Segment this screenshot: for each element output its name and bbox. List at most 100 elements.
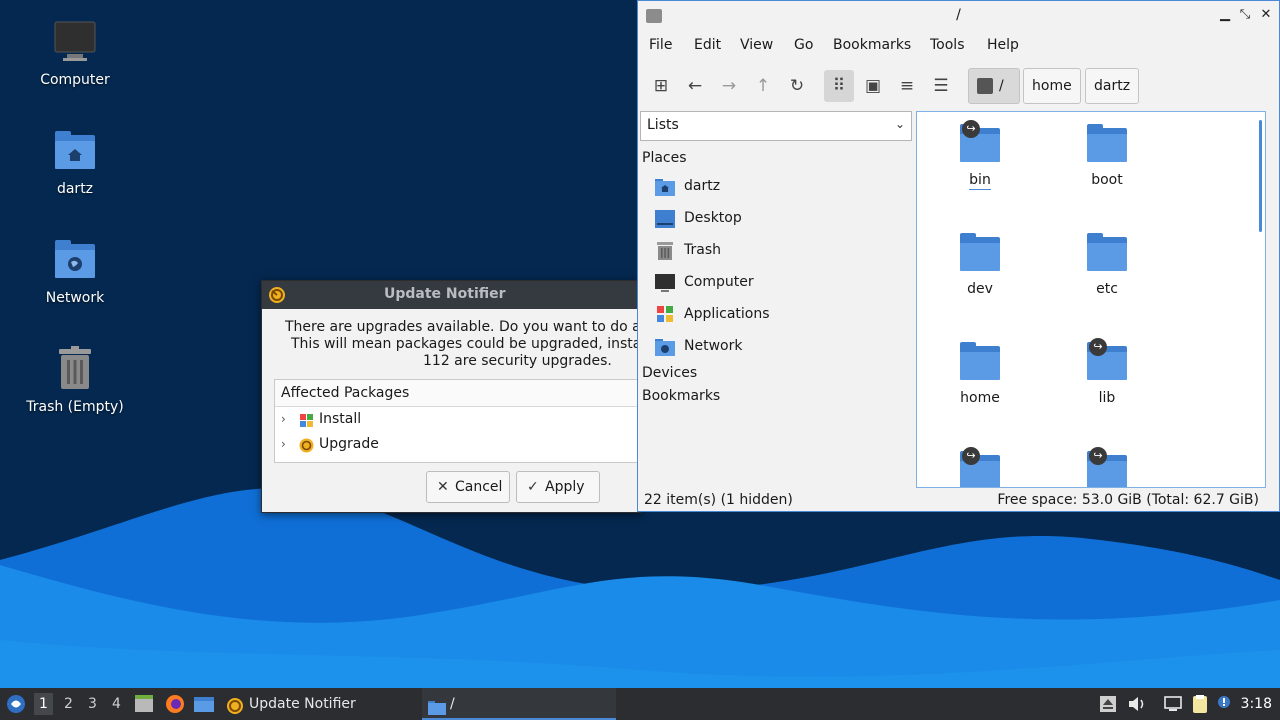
- expander-icon[interactable]: ›: [281, 432, 291, 457]
- computer-icon: [654, 273, 676, 293]
- package-label: Install: [319, 411, 362, 427]
- breadcrumb-label: /: [999, 78, 1004, 94]
- workspace-2[interactable]: 2: [64, 696, 73, 712]
- desktop-icon-computer[interactable]: Computer: [0, 18, 150, 88]
- menu-file[interactable]: File: [649, 37, 672, 53]
- update-alert-icon[interactable]: [1216, 694, 1236, 714]
- desktop-icon-label: dartz: [56, 181, 94, 197]
- file-manager-launcher-icon[interactable]: [192, 692, 216, 716]
- dialog-message: There are upgrades available. Do you wan…: [262, 319, 640, 370]
- minimize-icon[interactable]: ▁: [1218, 7, 1232, 23]
- workspace-1[interactable]: 1: [34, 693, 53, 715]
- folder-icon: [956, 338, 1004, 386]
- clock[interactable]: 3:18: [1241, 696, 1272, 712]
- compact-view-icon[interactable]: ≡: [892, 70, 922, 102]
- breadcrumb-label: dartz: [1094, 78, 1131, 94]
- new-tab-icon[interactable]: ⊞: [646, 70, 676, 102]
- close-icon[interactable]: ✕: [1259, 7, 1273, 23]
- menu-bookmarks[interactable]: Bookmarks: [833, 37, 911, 53]
- start-menu-icon[interactable]: [5, 692, 27, 716]
- network-icon: [654, 337, 676, 357]
- menu-go[interactable]: Go: [794, 37, 813, 53]
- expander-icon[interactable]: ›: [281, 407, 291, 432]
- clipboard-icon[interactable]: [1190, 694, 1210, 714]
- folder-item-etc[interactable]: etc: [1052, 225, 1162, 315]
- detailed-list-view-icon[interactable]: ☰: [926, 70, 956, 102]
- install-package-icon: [299, 412, 314, 427]
- chevron-down-icon: ⌄: [894, 117, 905, 131]
- update-notifier-dialog: Update Notifier There are upgrades avail…: [261, 280, 641, 513]
- desktop-icon-label: Computer: [40, 72, 110, 88]
- eject-icon[interactable]: [1099, 694, 1119, 714]
- breadcrumb-dartz[interactable]: dartz: [1085, 68, 1140, 104]
- desktop-icon-network[interactable]: Network: [0, 236, 150, 306]
- folder-item[interactable]: ↪: [925, 443, 1035, 487]
- side-pane-mode-value: Lists: [647, 117, 679, 133]
- volume-icon[interactable]: [1127, 694, 1147, 714]
- desktop-icon-label: Network: [45, 290, 105, 306]
- breadcrumb-home[interactable]: home: [1023, 68, 1081, 104]
- scrollbar[interactable]: [1259, 120, 1262, 232]
- sidebar-item-desktop[interactable]: Desktop: [654, 205, 904, 233]
- up-arrow-icon[interactable]: ↑: [748, 70, 778, 102]
- folder-name: etc: [1096, 281, 1118, 297]
- folder-item-bin[interactable]: ↪ bin: [925, 116, 1035, 206]
- sidebar-item-trash[interactable]: Trash: [654, 237, 904, 265]
- menu-help[interactable]: Help: [987, 37, 1019, 53]
- home-folder-icon: [654, 177, 676, 197]
- sidebar-item-dartz[interactable]: dartz: [654, 173, 904, 201]
- folder-item-home[interactable]: home: [925, 334, 1035, 424]
- menu-tools[interactable]: Tools: [930, 37, 965, 53]
- devices-header[interactable]: Devices: [642, 365, 697, 381]
- task-update-notifier[interactable]: Update Notifier: [222, 688, 418, 720]
- sidebar-item-computer[interactable]: Computer: [654, 269, 904, 297]
- cancel-button[interactable]: ✕ Cancel: [426, 471, 510, 503]
- desktop-icon-home[interactable]: dartz: [0, 127, 150, 197]
- folder-icon: [427, 696, 447, 720]
- package-label: Upgrade: [319, 436, 379, 452]
- workspace-3[interactable]: 3: [88, 696, 97, 712]
- folder-icon: [1083, 120, 1131, 168]
- show-desktop-icon[interactable]: [134, 692, 154, 716]
- back-arrow-icon[interactable]: ←: [680, 70, 710, 102]
- tree-row-install[interactable]: › Install: [275, 407, 640, 432]
- folder-item-boot[interactable]: boot: [1052, 116, 1162, 206]
- dialog-titlebar[interactable]: Update Notifier: [262, 281, 640, 309]
- monitor-icon: [51, 18, 99, 66]
- folder-item-lib[interactable]: ↪ lib: [1052, 334, 1162, 424]
- sidebar-item-applications[interactable]: Applications: [654, 301, 904, 329]
- sidebar-item-label: Trash: [684, 242, 721, 258]
- breadcrumb-root[interactable]: /: [968, 68, 1020, 104]
- reload-icon[interactable]: ↻: [782, 70, 812, 102]
- affected-packages-tree[interactable]: Affected Packages › Install › Upgrade: [274, 379, 640, 463]
- firefox-icon[interactable]: [164, 692, 186, 716]
- bookmarks-header[interactable]: Bookmarks: [642, 388, 720, 404]
- close-icon: ✕: [437, 479, 449, 495]
- sidebar-item-label: Network: [684, 338, 743, 354]
- task-file-manager[interactable]: /: [422, 688, 616, 720]
- trash-icon: [654, 241, 676, 261]
- symlink-icon: ↪: [962, 447, 980, 465]
- maximize-icon[interactable]: ⤡: [1238, 7, 1252, 23]
- menu-edit[interactable]: Edit: [694, 37, 721, 53]
- packages-header[interactable]: Affected Packages: [275, 380, 640, 407]
- workspace-4[interactable]: 4: [112, 696, 121, 712]
- apply-button[interactable]: ✓ Apply: [516, 471, 600, 503]
- thumbnail-view-icon[interactable]: ▣: [858, 70, 888, 102]
- menu-view[interactable]: View: [740, 37, 773, 53]
- folder-item[interactable]: ↪: [1052, 443, 1162, 487]
- forward-arrow-icon[interactable]: →: [714, 70, 744, 102]
- desktop-icon: [654, 209, 676, 229]
- file-view[interactable]: ↪ bin boot dev etc home ↪ lib ↪ ↪: [916, 111, 1266, 488]
- folder-item-dev[interactable]: dev: [925, 225, 1035, 315]
- desktop-icon-trash[interactable]: Trash (Empty): [0, 345, 150, 415]
- folder-icon: [956, 229, 1004, 277]
- tree-row-upgrade[interactable]: › Upgrade: [275, 432, 640, 457]
- side-pane-mode-select[interactable]: Lists ⌄: [640, 111, 912, 141]
- taskbar: 1 2 3 4 Update Notifier / 3:18: [0, 688, 1280, 720]
- sidebar-item-network[interactable]: Network: [654, 333, 904, 361]
- window-titlebar[interactable]: / ▁ ⤡ ✕: [638, 1, 1279, 31]
- network-tray-icon[interactable]: [1163, 694, 1183, 714]
- sidebar-item-label: dartz: [684, 178, 721, 194]
- icon-view-icon[interactable]: ⠿: [824, 70, 854, 102]
